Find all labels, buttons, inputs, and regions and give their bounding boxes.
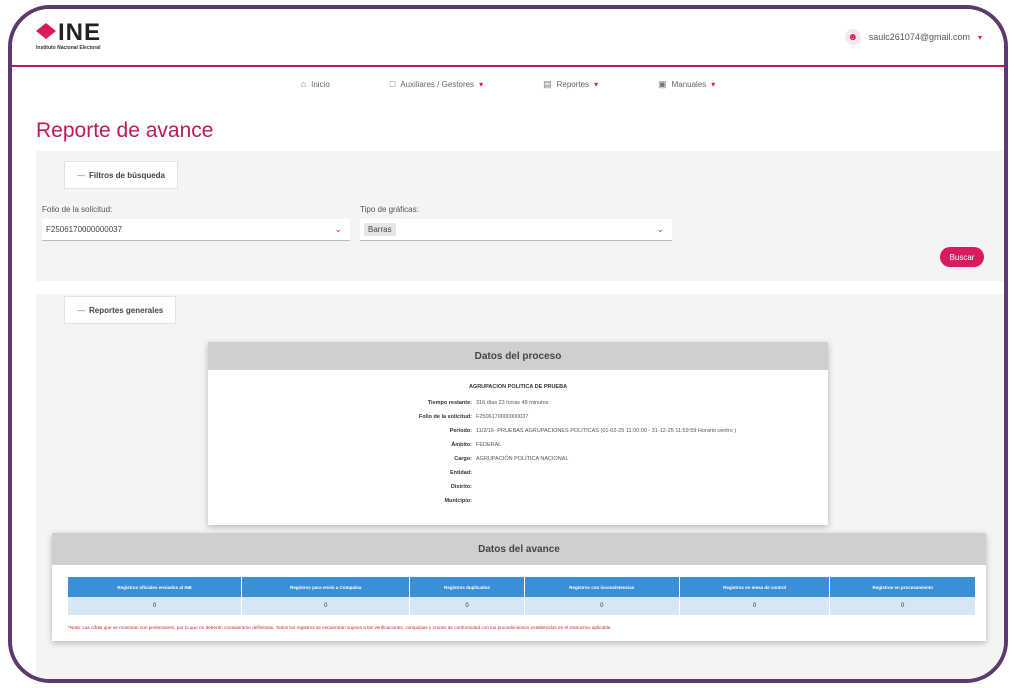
chevron-down-icon: ▾ xyxy=(479,79,484,89)
table-header-row: Registros oficiales enviados al INE Regi… xyxy=(68,577,976,597)
ine-logo-mark-icon xyxy=(36,23,56,39)
column-header: Registros duplicados xyxy=(409,577,525,597)
proceso-row-value: 316 días 23 horas 48 minutos xyxy=(476,400,549,406)
column-header: Registros en mesa de control xyxy=(679,577,831,597)
document-icon: □ xyxy=(389,79,396,89)
proceso-row: Cargo: AGRUPACIÓN POLÍTICA NACIONAL xyxy=(208,456,828,467)
proceso-row-value: FEDERAL xyxy=(476,442,502,448)
user-email: saulc261074@gmail.com xyxy=(868,32,970,42)
table-cell: 0 xyxy=(524,597,680,615)
buscar-button[interactable]: Buscar xyxy=(940,247,984,267)
chevron-down-icon: ▾ xyxy=(977,32,982,42)
tipo-value: Barras xyxy=(364,223,396,236)
ine-logo[interactable]: INE Instituto Nacional Electoral xyxy=(36,19,156,57)
nav-label: Reportes xyxy=(556,79,590,89)
home-icon: ⌂ xyxy=(300,79,307,89)
table-cell: 0 xyxy=(409,597,525,615)
nota-text: *Nota: Las cifras que se muestran son pr… xyxy=(68,625,612,630)
proceso-row-value: 11/2/16- PRUEBAS AGRUPACIONES POLITICAS … xyxy=(476,428,737,434)
logo-text: INE xyxy=(58,19,102,46)
datos-proceso-card: Datos del proceso AGRUPACION POLITICA DE… xyxy=(208,342,828,525)
nav-label: Auxiliares / Gestores xyxy=(400,79,475,89)
top-bar: INE Instituto Nacional Electoral ☻ saulc… xyxy=(12,9,1004,67)
logo-subtitle: Instituto Nacional Electoral xyxy=(36,45,101,51)
column-header: Registros para envío a Compulsa xyxy=(241,577,411,597)
user-avatar-icon: ☻ xyxy=(844,29,861,45)
proceso-row: Municipio: xyxy=(208,498,828,509)
main-nav: ⌂ Inicio □ Auxiliares / Gestores ▾ ▤ Rep… xyxy=(12,71,1004,97)
filters-legend[interactable]: — Filtros de búsqueda xyxy=(64,161,179,189)
chevron-down-icon: ▾ xyxy=(711,79,716,89)
tipo-graficas-select[interactable]: Barras ⌄ xyxy=(360,219,672,241)
nav-item-manuales[interactable]: ▣ Manuales ▾ xyxy=(628,71,745,97)
filters-legend-label: Filtros de búsqueda xyxy=(89,170,166,180)
column-header: Registros con inconsistencias xyxy=(524,577,680,597)
nav-label: Inicio xyxy=(311,79,330,89)
proceso-row-key: Entidad: xyxy=(450,470,472,476)
column-header: Registros oficiales enviados al INE xyxy=(68,577,243,597)
proceso-row: Folio de la solicitud: F2506170000000037 xyxy=(208,414,828,425)
proceso-row: Entidad: xyxy=(208,470,828,481)
chevron-down-icon: ⌄ xyxy=(334,224,342,234)
collapse-icon: — xyxy=(77,170,85,180)
proceso-row: Periodo: 11/2/16- PRUEBAS AGRUPACIONES P… xyxy=(208,428,828,439)
avance-table: Registros oficiales enviados al INE Regi… xyxy=(68,577,976,615)
collapse-icon: — xyxy=(77,305,85,315)
table-cell: 0 xyxy=(241,597,411,615)
proceso-row-key: Tiempo restante: xyxy=(427,400,472,406)
page-title: Reporte de avance xyxy=(36,119,214,142)
proceso-row-key: Ámbito: xyxy=(451,442,472,448)
filters-panel: — Filtros de búsqueda Folio de la solici… xyxy=(36,151,1004,281)
chevron-down-icon: ▾ xyxy=(594,79,599,89)
proceso-row-key: Cargo: xyxy=(454,456,472,462)
nav-item-inicio[interactable]: ⌂ Inicio xyxy=(271,71,360,97)
proceso-row-key: Distrito: xyxy=(450,484,472,490)
proceso-row: Tiempo restante: 316 días 23 horas 48 mi… xyxy=(208,400,828,411)
datos-proceso-title: Datos del proceso xyxy=(208,342,828,370)
folio-value: F2506170000000037 xyxy=(46,225,123,234)
proceso-row-key: Municipio: xyxy=(444,498,473,504)
reports-legend-label: Reportes generales xyxy=(89,305,164,315)
table-row: 0 0 0 0 0 0 xyxy=(68,597,976,615)
tipo-label: Tipo de gráficas: xyxy=(360,205,419,214)
chart-icon: ▤ xyxy=(543,78,552,89)
proceso-row-key: Periodo: xyxy=(449,428,472,434)
folio-label: Folio de la solicitud: xyxy=(42,205,113,214)
app-screen: INE Instituto Nacional Electoral ☻ saulc… xyxy=(12,9,1004,679)
table-cell: 0 xyxy=(829,597,976,615)
datos-avance-title: Datos del avance xyxy=(52,533,986,565)
proceso-row-key: Folio de la solicitud: xyxy=(418,414,472,420)
nav-item-reportes[interactable]: ▤ Reportes ▾ xyxy=(513,71,628,97)
chevron-down-icon: ⌄ xyxy=(656,224,664,234)
column-header: Registros en procesamiento xyxy=(829,577,976,597)
organizacion-name: AGRUPACION POLITICA DE PRUEBA xyxy=(468,384,568,390)
folio-select[interactable]: F2506170000000037 ⌄ xyxy=(42,219,350,241)
proceso-row: Ámbito: FEDERAL xyxy=(208,442,828,453)
proceso-row-value: AGRUPACIÓN POLÍTICA NACIONAL xyxy=(476,456,569,462)
table-cell: 0 xyxy=(68,597,243,615)
device-frame: INE Instituto Nacional Electoral ☻ saulc… xyxy=(8,5,1008,683)
book-icon: ▣ xyxy=(658,78,667,89)
nav-item-auxiliares[interactable]: □ Auxiliares / Gestores ▾ xyxy=(360,71,513,97)
proceso-row: Distrito: xyxy=(208,484,828,495)
proceso-row-value: F2506170000000037 xyxy=(476,414,529,420)
table-cell: 0 xyxy=(679,597,831,615)
reports-legend[interactable]: — Reportes generales xyxy=(64,296,177,324)
datos-avance-card: Datos del avance Registros oficiales env… xyxy=(52,533,986,641)
user-menu[interactable]: ☻ saulc261074@gmail.com ▾ xyxy=(844,29,982,45)
nav-label: Manuales xyxy=(671,79,707,89)
